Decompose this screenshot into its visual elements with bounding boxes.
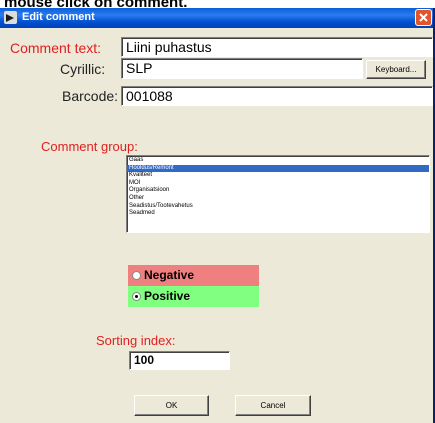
- negative-radio[interactable]: Negative: [128, 265, 259, 286]
- list-item[interactable]: MOI: [127, 180, 429, 188]
- cyrillic-label: Cyrillic:: [60, 61, 106, 77]
- close-button[interactable]: [415, 9, 432, 26]
- radio-unchecked-icon: [132, 271, 141, 280]
- sorting-index-input[interactable]: 100: [129, 351, 230, 370]
- ok-button[interactable]: OK: [134, 395, 209, 416]
- close-icon: [419, 13, 428, 22]
- comment-text-label: Comment text:: [10, 40, 102, 56]
- barcode-input[interactable]: 001088: [121, 86, 433, 106]
- radio-checked-icon: [132, 292, 141, 301]
- barcode-label: Barcode:: [62, 88, 119, 104]
- negative-label: Negative: [144, 268, 195, 282]
- comment-group-label: Comment group:: [41, 139, 138, 154]
- sorting-index-label: Sorting index:: [96, 333, 176, 348]
- cancel-button[interactable]: Cancel: [235, 395, 311, 416]
- list-item[interactable]: Kvaliteet: [127, 172, 429, 180]
- cyrillic-input[interactable]: SLP: [121, 58, 363, 79]
- keyboard-button[interactable]: Keyboard...: [366, 60, 426, 79]
- list-item[interactable]: Seadmed: [127, 210, 429, 218]
- list-item[interactable]: Organisatsioon: [127, 187, 429, 195]
- window-title: Edit comment: [22, 11, 95, 23]
- list-item[interactable]: Seadistus/Tootevahetus: [127, 203, 429, 211]
- list-item[interactable]: Other: [127, 195, 429, 203]
- list-item-selected[interactable]: Hooldus/Remont: [127, 164, 429, 173]
- comment-group-list[interactable]: Gaas Hooldus/Remont Kvaliteet MOI Organi…: [126, 155, 430, 233]
- title-bar: Edit comment: [0, 8, 433, 28]
- app-icon: [4, 11, 17, 24]
- comment-text-input[interactable]: Liini puhastus: [121, 37, 433, 57]
- edit-comment-dialog: Edit comment Comment text: Liini puhastu…: [0, 8, 435, 423]
- positive-label: Positive: [144, 289, 191, 303]
- positive-radio[interactable]: Positive: [128, 286, 259, 307]
- list-item[interactable]: Gaas: [127, 157, 429, 165]
